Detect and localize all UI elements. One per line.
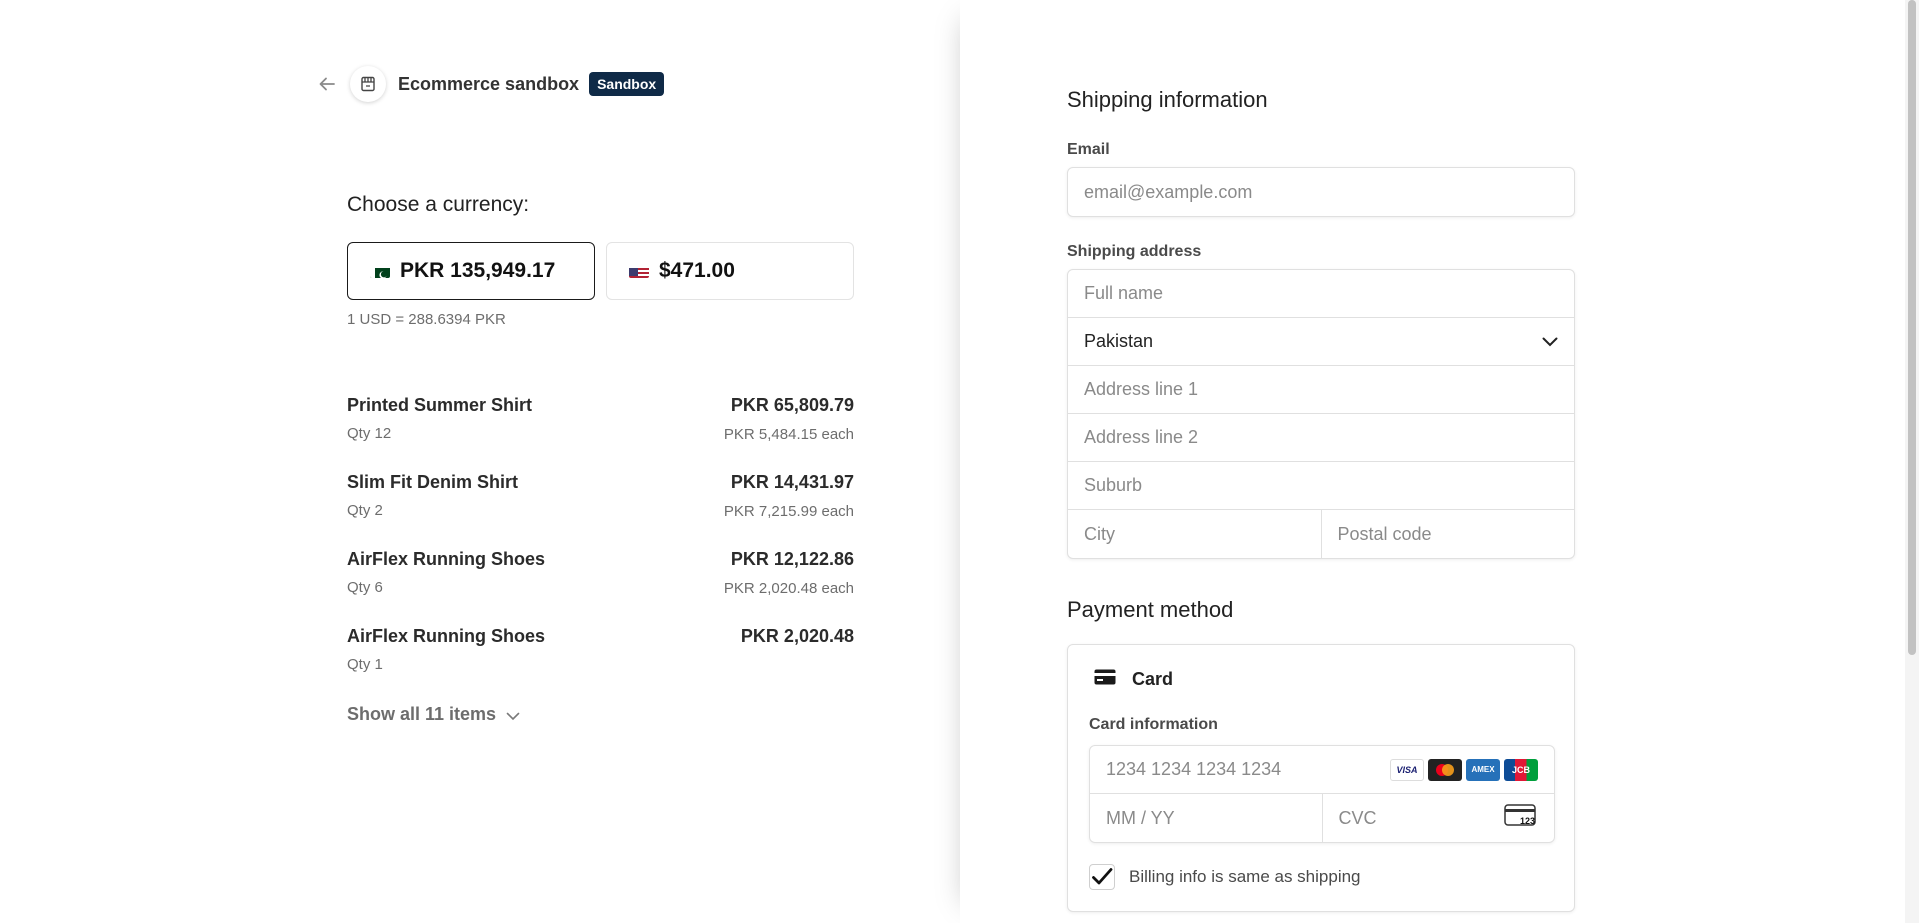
- card-brands: VISA AMEX JCB: [1390, 758, 1538, 781]
- list-item: Printed Summer Shirt Qty 12 PKR 65,809.7…: [347, 395, 854, 472]
- currency-option-label: $471.00: [659, 259, 735, 282]
- pakistan-flag-icon: [370, 264, 390, 278]
- card-expiry-cvc-row: MM / YY CVC 123: [1090, 794, 1554, 842]
- show-all-label: Show all 11 items: [347, 704, 497, 724]
- card-info-label: Card information: [1089, 716, 1218, 733]
- suburb-placeholder: Suburb: [1084, 475, 1143, 495]
- item-qty: Qty 1: [347, 656, 383, 673]
- cvc-icon-text: 123: [1520, 816, 1535, 826]
- card-number-field[interactable]: 1234 1234 1234 1234 VISA AMEX JCB: [1090, 746, 1554, 794]
- card-info-group: 1234 1234 1234 1234 VISA AMEX JCB MM / Y…: [1089, 745, 1555, 843]
- postal-code-placeholder: Postal code: [1337, 523, 1432, 544]
- item-total: PKR 12,122.86: [730, 549, 854, 569]
- currency-option-pkr[interactable]: PKR 135,949.17: [347, 242, 595, 300]
- checkout-form-panel: Shipping information Email email@example…: [960, 0, 1919, 923]
- shipping-address-label: Shipping address: [1067, 243, 1202, 260]
- item-qty: Qty 12: [347, 425, 392, 442]
- cvc-card-icon: 123: [1504, 803, 1538, 833]
- item-unit-price: PKR 7,215.99 each: [723, 503, 854, 520]
- full-name-placeholder: Full name: [1084, 283, 1164, 303]
- item-total: PKR 65,809.79: [730, 395, 854, 415]
- country-value: Pakistan: [1084, 331, 1154, 351]
- amex-icon: AMEX: [1466, 758, 1500, 781]
- exchange-rate: 1 USD = 288.6394 PKR: [347, 311, 506, 328]
- jcb-icon: JCB: [1504, 758, 1538, 781]
- list-item: Slim Fit Denim Shirt Qty 2 PKR 14,431.97…: [347, 472, 854, 549]
- billing-same-checkbox[interactable]: [1089, 864, 1115, 890]
- expiry-field[interactable]: MM / YY: [1090, 794, 1323, 842]
- item-total: PKR 2,020.48: [740, 626, 854, 646]
- email-label: Email: [1067, 141, 1110, 158]
- city-field[interactable]: City: [1068, 510, 1322, 558]
- cvc-placeholder: CVC: [1338, 807, 1377, 828]
- suburb-field[interactable]: Suburb: [1068, 462, 1574, 510]
- credit-card-icon: [1094, 669, 1116, 690]
- email-field[interactable]: email@example.com: [1067, 167, 1575, 217]
- visa-icon: VISA: [1390, 758, 1424, 781]
- shipping-title: Shipping information: [1067, 87, 1268, 112]
- email-placeholder: email@example.com: [1084, 181, 1253, 202]
- currency-option-label: PKR 135,949.17: [400, 259, 556, 282]
- full-name-field[interactable]: Full name: [1068, 270, 1574, 318]
- list-item: AirFlex Running Shoes Qty 1 PKR 2,020.48: [347, 626, 854, 703]
- billing-same-label: Billing info is same as shipping: [1129, 867, 1361, 886]
- address-line2-placeholder: Address line 2: [1084, 427, 1199, 447]
- show-all-items-button[interactable]: Show all 11 items: [347, 703, 520, 726]
- postal-code-field[interactable]: Postal code: [1322, 510, 1575, 558]
- card-number-placeholder: 1234 1234 1234 1234: [1106, 759, 1282, 779]
- city-postal-row: City Postal code: [1068, 510, 1574, 558]
- item-name: AirFlex Running Shoes: [347, 626, 546, 646]
- city-placeholder: City: [1084, 523, 1115, 544]
- item-qty: Qty 2: [347, 502, 383, 519]
- store-name: Ecommerce sandbox: [398, 73, 580, 94]
- item-unit-price: PKR 2,020.48 each: [723, 580, 854, 597]
- order-summary-panel: Ecommerce sandbox Sandbox Choose a curre…: [0, 0, 960, 923]
- shipping-address-group: Full name Pakistan Address line 1 Addres…: [1067, 269, 1575, 559]
- country-select[interactable]: Pakistan: [1068, 318, 1574, 366]
- payment-method-card: Card Card information 1234 1234 1234 123…: [1067, 644, 1575, 912]
- item-name: Printed Summer Shirt: [347, 395, 533, 415]
- address-line1-field[interactable]: Address line 1: [1068, 366, 1574, 414]
- expiry-placeholder: MM / YY: [1106, 807, 1175, 828]
- currency-label: Choose a currency:: [347, 193, 530, 216]
- currency-selector: PKR 135,949.17 $471.00: [347, 242, 854, 300]
- us-flag-icon: [629, 264, 649, 278]
- address-line2-field[interactable]: Address line 2: [1068, 414, 1574, 462]
- cvc-field[interactable]: CVC 123: [1323, 794, 1555, 842]
- item-name: Slim Fit Denim Shirt: [347, 472, 519, 492]
- card-method-header[interactable]: Card: [1094, 669, 1173, 690]
- list-item: AirFlex Running Shoes Qty 6 PKR 12,122.8…: [347, 549, 854, 626]
- billing-same-option[interactable]: Billing info is same as shipping: [1089, 864, 1361, 890]
- merchant-header: Ecommerce sandbox Sandbox: [312, 64, 665, 104]
- chevron-down-icon: [506, 705, 520, 726]
- scrollbar[interactable]: [1905, 0, 1919, 923]
- address-line1-placeholder: Address line 1: [1084, 379, 1199, 399]
- item-unit-price: PKR 5,484.15 each: [723, 426, 854, 443]
- back-arrow-icon[interactable]: [312, 69, 342, 99]
- item-name: AirFlex Running Shoes: [347, 549, 546, 569]
- item-qty: Qty 6: [347, 579, 383, 596]
- chevron-down-icon: [1542, 331, 1558, 352]
- store-icon: [350, 66, 386, 102]
- payment-title: Payment method: [1067, 597, 1234, 622]
- scrollbar-thumb[interactable]: [1908, 0, 1916, 655]
- item-total: PKR 14,431.97: [730, 472, 854, 492]
- currency-option-usd[interactable]: $471.00: [606, 242, 854, 300]
- sandbox-badge: Sandbox: [589, 72, 665, 96]
- line-items: Printed Summer Shirt Qty 12 PKR 65,809.7…: [347, 395, 854, 703]
- card-method-label: Card: [1132, 669, 1174, 689]
- mastercard-icon: [1428, 758, 1462, 781]
